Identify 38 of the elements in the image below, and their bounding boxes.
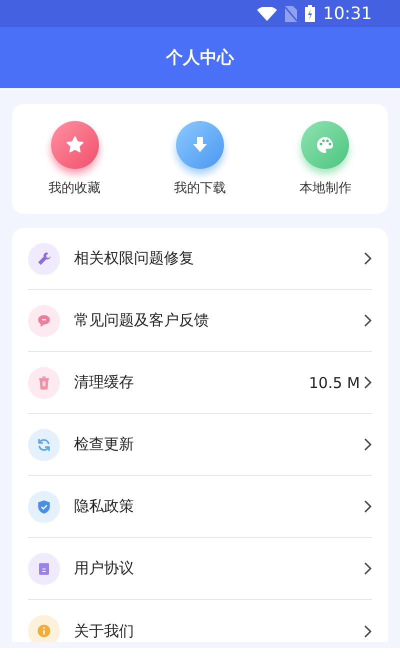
menu-item[interactable]: 隐私政策: [28, 476, 372, 538]
refresh-icon: [28, 428, 60, 460]
menu-item[interactable]: 检查更新: [28, 414, 372, 476]
document-icon: [28, 552, 60, 584]
menu-label: 相关权限问题修复: [74, 249, 195, 268]
menu-label: 隐私政策: [74, 497, 135, 516]
shortcut-button[interactable]: 本地制作: [262, 121, 388, 197]
download-icon: [176, 121, 224, 169]
chevron-icon: [364, 438, 372, 451]
chevron-icon: [364, 314, 372, 327]
chevron-icon: [364, 252, 372, 265]
menu-item[interactable]: 相关权限问题修复: [28, 228, 372, 290]
menu-item[interactable]: 用户协议: [28, 538, 372, 600]
chevron-icon: [364, 500, 372, 513]
shortcut-button[interactable]: 我的下载: [137, 121, 263, 197]
battery-icon: [305, 5, 315, 22]
menu-label: 清理缓存: [74, 373, 135, 392]
chevron-icon: [364, 624, 372, 638]
trash-icon: [28, 366, 60, 398]
menu-item[interactable]: 清理缓存 10.5 M: [28, 352, 372, 414]
menu-label: 常见问题及客户反馈: [74, 311, 210, 330]
status-time: 10:31: [323, 4, 372, 24]
page-title: 个人中心: [166, 47, 234, 69]
wrench-icon: [28, 242, 60, 274]
shortcut-button[interactable]: 我的收藏: [12, 121, 138, 197]
no-sim-icon: [285, 6, 297, 22]
wifi-icon: [257, 6, 277, 20]
chevron-icon: [364, 562, 372, 575]
chat-icon: [28, 304, 60, 336]
menu-item[interactable]: 关于我们: [28, 600, 372, 642]
shield-icon: [28, 490, 60, 522]
chevron-icon: [364, 376, 372, 389]
menu-label: 关于我们: [74, 622, 135, 640]
palette-icon: [301, 121, 350, 169]
menu-item[interactable]: 常见问题及客户反馈: [28, 290, 372, 352]
menu-label: 用户协议: [74, 559, 135, 578]
cache-size: 10.5 M: [308, 374, 360, 392]
menu-label: 检查更新: [74, 435, 135, 454]
